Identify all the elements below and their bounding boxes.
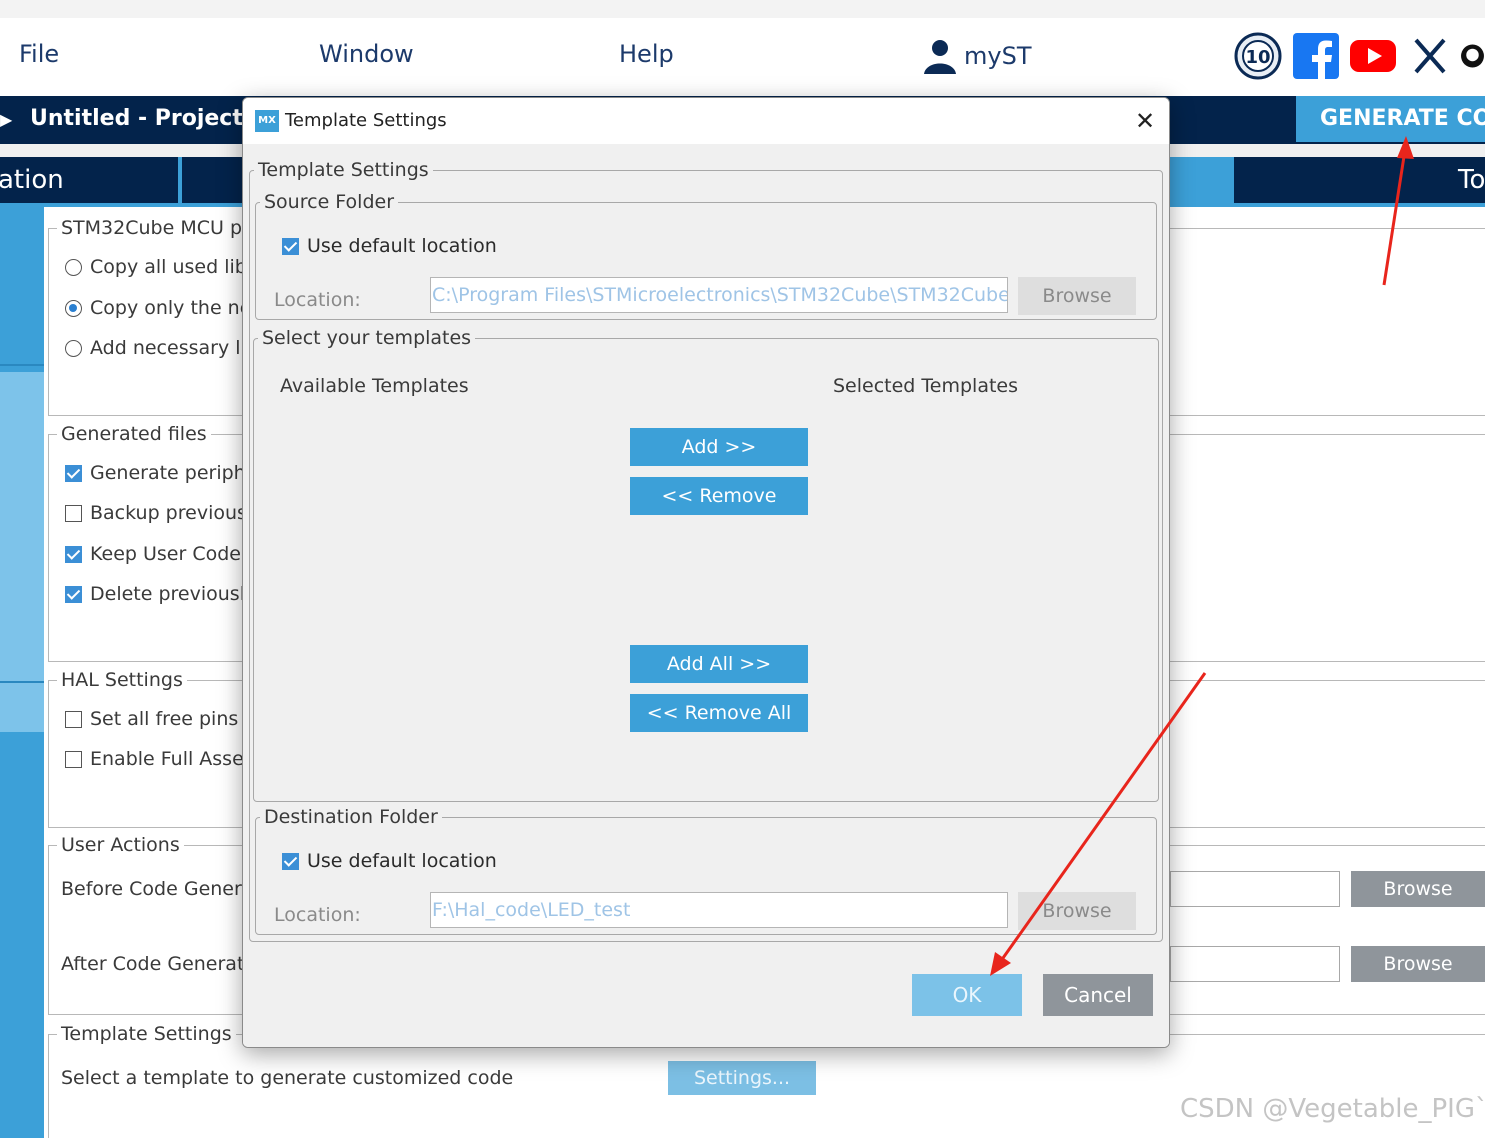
- close-icon[interactable]: ✕: [1131, 107, 1159, 135]
- destination-folder-legend: Destination Folder: [260, 806, 442, 828]
- source-browse-button[interactable]: Browse: [1018, 277, 1136, 315]
- select-templates-legend: Select your templates: [258, 327, 476, 349]
- checkbox-icon: [65, 750, 82, 768]
- selected-templates-list[interactable]: [833, 409, 1143, 789]
- stm32cubemx-icon: MX: [255, 110, 279, 132]
- menu-window[interactable]: Window: [319, 40, 414, 68]
- add-template-button[interactable]: Add >>: [630, 428, 808, 466]
- template-settings-legend: Template Settings: [57, 1023, 236, 1045]
- checkbox-checked-icon: [282, 852, 299, 870]
- radio-copy-all-label: Copy all used libra: [90, 256, 267, 278]
- source-use-default-label: Use default location: [307, 235, 497, 257]
- rail-item-code-generator[interactable]: [0, 372, 44, 732]
- source-location-label: Location:: [274, 289, 361, 311]
- radio-copy-necessary[interactable]: Copy only the nec: [65, 297, 262, 319]
- user-icon: [924, 40, 956, 74]
- radio-copy-necessary-label: Copy only the nec: [90, 297, 262, 319]
- tab-code-generation-label: ation: [0, 165, 64, 195]
- checkbox-backup-label: Backup previously: [90, 502, 264, 524]
- caret-right-icon: ▶: [0, 110, 13, 129]
- checkbox-backup[interactable]: Backup previously: [65, 502, 263, 524]
- mcu-package-legend: STM32Cube MCU pa: [57, 217, 258, 239]
- radio-icon: [65, 258, 82, 276]
- destination-location-input[interactable]: F:\Hal_code\LED_test: [430, 892, 1008, 928]
- myst-label: myST: [964, 42, 1032, 70]
- ok-button[interactable]: OK: [912, 974, 1022, 1016]
- checkbox-full-assert-label: Enable Full Assert: [90, 748, 260, 770]
- template-settings-description: Select a template to generate customized…: [61, 1067, 514, 1089]
- window-top-strip: [0, 0, 1485, 18]
- remove-template-button[interactable]: << Remove: [630, 477, 808, 515]
- checkbox-set-free-pins-label: Set all free pins as: [90, 708, 266, 730]
- outer-template-settings-legend: Template Settings: [254, 159, 433, 181]
- svg-text:10: 10: [1245, 47, 1270, 68]
- checkbox-checked-icon: [282, 237, 299, 255]
- user-actions-legend: User Actions: [57, 834, 184, 856]
- csdn-watermark: CSDN @Vegetable_PIG`: [1180, 1094, 1485, 1124]
- destination-folder-group: Destination Folder Use default location …: [255, 806, 1157, 935]
- source-location-input[interactable]: C:\Program Files\STMicroelectronics\STM3…: [430, 277, 1008, 313]
- selected-templates-label: Selected Templates: [833, 375, 1018, 397]
- available-templates-label: Available Templates: [280, 375, 469, 397]
- tab-advanced-settings[interactable]: [182, 157, 242, 203]
- after-generation-label: After Code Generatio: [61, 953, 262, 975]
- template-settings-dialog: MX Template Settings ✕ Template Settings…: [242, 97, 1170, 1048]
- destination-browse-button[interactable]: Browse: [1018, 892, 1136, 930]
- checkbox-icon: [65, 710, 82, 728]
- menu-help[interactable]: Help: [619, 40, 674, 68]
- left-navigation-rail: [0, 207, 44, 1138]
- add-all-templates-button[interactable]: Add All >>: [630, 645, 808, 683]
- tab-tools-label: To: [1458, 165, 1485, 195]
- checkbox-set-free-pins[interactable]: Set all free pins as: [65, 708, 266, 730]
- checkbox-checked-icon: [65, 585, 82, 603]
- template-settings-button[interactable]: Settings...: [668, 1061, 816, 1095]
- remove-all-templates-button[interactable]: << Remove All: [630, 694, 808, 732]
- generate-code-button[interactable]: GENERATE CO: [1296, 96, 1485, 142]
- checkbox-keep-user-code[interactable]: Keep User Code w: [65, 543, 263, 565]
- menu-bar: File Window Help myST 10: [0, 18, 1485, 96]
- source-folder-legend: Source Folder: [260, 191, 399, 213]
- source-folder-group: Source Folder Use default location Locat…: [255, 191, 1157, 320]
- source-use-default-checkbox[interactable]: Use default location: [282, 235, 497, 257]
- dialog-body: Template Settings Source Folder Use defa…: [243, 144, 1169, 1047]
- anniversary-10-icon[interactable]: 10: [1234, 32, 1282, 80]
- rail-divider: [0, 364, 44, 366]
- radio-add-necessary-label: Add necessary lib: [90, 337, 258, 359]
- dialog-title-bar: MX Template Settings ✕: [243, 98, 1169, 144]
- facebook-icon[interactable]: [1292, 32, 1340, 80]
- before-generation-browse-button[interactable]: Browse: [1351, 871, 1485, 907]
- before-generation-label: Before Code Generati: [61, 878, 267, 900]
- myst-account[interactable]: myST: [922, 38, 1031, 74]
- destination-use-default-label: Use default location: [307, 850, 497, 872]
- checkbox-full-assert[interactable]: Enable Full Assert: [65, 748, 259, 770]
- generated-files-legend: Generated files: [57, 423, 211, 445]
- after-generation-input[interactable]: [1170, 946, 1340, 982]
- cancel-button[interactable]: Cancel: [1043, 974, 1153, 1016]
- radio-icon: [65, 339, 82, 357]
- dialog-title: Template Settings: [285, 110, 447, 131]
- destination-location-label: Location:: [274, 904, 361, 926]
- after-generation-browse-button[interactable]: Browse: [1351, 946, 1485, 982]
- radio-add-necessary[interactable]: Add necessary lib: [65, 337, 258, 359]
- checkbox-icon: [65, 504, 82, 522]
- menu-file[interactable]: File: [19, 40, 59, 68]
- radio-selected-icon: [65, 299, 82, 317]
- checkbox-checked-icon: [65, 464, 82, 482]
- hal-settings-legend: HAL Settings: [57, 669, 187, 691]
- x-icon[interactable]: [1406, 32, 1454, 80]
- available-templates-list[interactable]: [280, 409, 620, 789]
- checkbox-keep-user-code-label: Keep User Code w: [90, 543, 263, 565]
- radio-copy-all[interactable]: Copy all used libra: [65, 256, 266, 278]
- youtube-icon[interactable]: [1349, 32, 1397, 80]
- checkbox-checked-icon: [65, 545, 82, 563]
- tab-tools[interactable]: To: [1234, 157, 1485, 203]
- destination-use-default-checkbox[interactable]: Use default location: [282, 850, 497, 872]
- github-icon[interactable]: [1460, 32, 1485, 80]
- tab-code-generation[interactable]: ation: [0, 157, 178, 203]
- before-generation-input[interactable]: [1170, 871, 1340, 907]
- select-templates-group: Select your templates Available Template…: [253, 327, 1159, 802]
- rail-divider: [0, 681, 44, 683]
